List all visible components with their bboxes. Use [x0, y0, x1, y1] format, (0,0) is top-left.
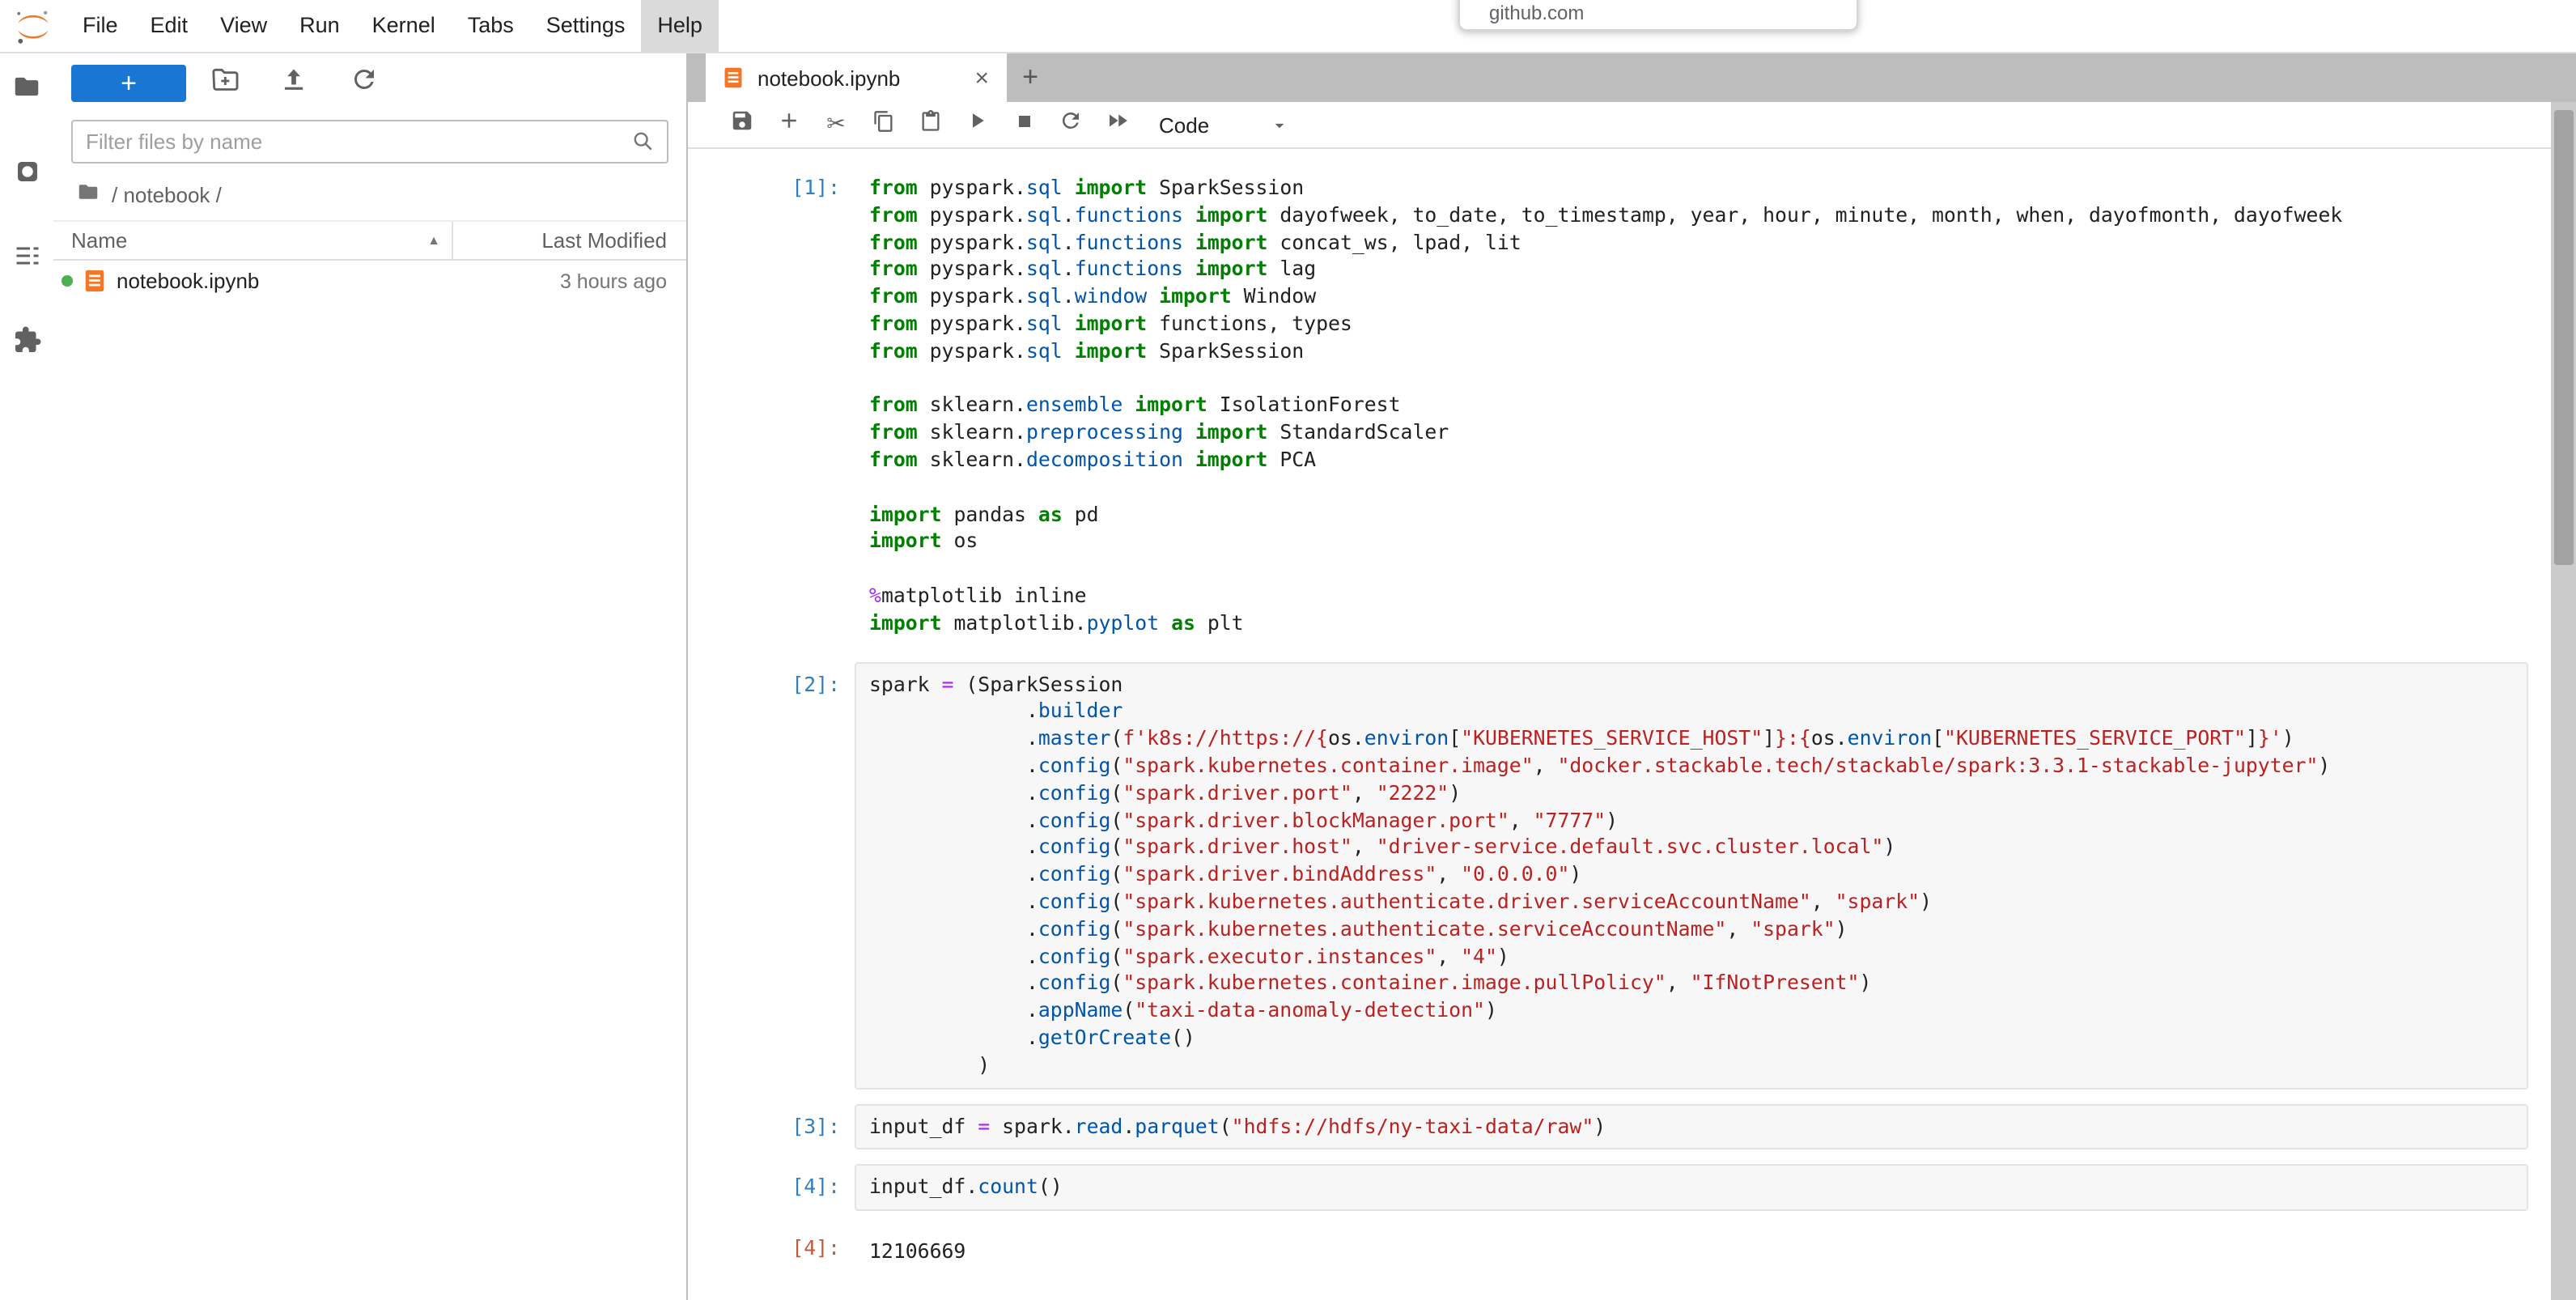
plus-icon — [777, 108, 801, 141]
cell-editor[interactable]: input_df.count() — [855, 1165, 2528, 1212]
notebook-cells: [1]:from pyspark.sql import SparkSession… — [688, 149, 2576, 1300]
popup-text: github.com — [1489, 2, 1584, 24]
jupyterlab-window: github.com File Edit View Run Kernel Tab… — [0, 0, 2576, 1300]
insert-cell-button[interactable] — [766, 104, 813, 146]
column-header-modified[interactable]: Last Modified — [453, 228, 686, 253]
cell-editor[interactable]: input_df = spark.read.parquet("hdfs://hd… — [855, 1103, 2528, 1150]
jupyter-logo — [15, 7, 52, 45]
restart-icon — [1059, 108, 1083, 141]
file-modified: 3 hours ago — [560, 270, 686, 292]
code-cell[interactable]: [4]:input_df.count() — [704, 1165, 2528, 1212]
main-area: notebook.ipynb × + — [688, 53, 2576, 1300]
list-icon — [12, 240, 41, 278]
menu-kernel[interactable]: Kernel — [356, 0, 452, 52]
restart-kernel-button[interactable] — [1047, 104, 1094, 146]
paste-cells-button[interactable] — [906, 104, 953, 146]
puzzle-icon — [12, 325, 41, 362]
tab-label: notebook.ipynb — [758, 66, 900, 90]
menu-bar: File Edit View Run Kernel Tabs Settings … — [0, 0, 2576, 53]
save-icon — [730, 108, 754, 141]
stop-icon — [1012, 109, 1035, 140]
table-of-contents-tab[interactable] — [9, 241, 45, 277]
sort-ascending-icon: ▲ — [427, 233, 440, 248]
plus-icon: + — [121, 69, 137, 96]
cell-type-value: Code — [1159, 113, 1209, 137]
cell-prompt: [4]: — [704, 1165, 855, 1212]
refresh-icon — [349, 65, 378, 102]
play-icon — [965, 108, 989, 141]
cell-type-dropdown[interactable]: Code — [1159, 113, 1290, 137]
restart-run-all-button[interactable] — [1094, 104, 1141, 146]
copy-cells-button[interactable] — [859, 104, 906, 146]
upload-icon — [278, 64, 309, 103]
chevron-down-icon — [1269, 114, 1290, 135]
filter-files-input[interactable] — [71, 120, 668, 164]
cell-editor[interactable]: spark = (SparkSession .builder .master(f… — [855, 661, 2528, 1089]
upload-button[interactable] — [277, 66, 311, 100]
plus-icon: + — [1022, 62, 1038, 94]
menu-help[interactable]: Help — [641, 0, 719, 52]
tab-notebook[interactable]: notebook.ipynb × — [706, 53, 1007, 102]
scissors-icon: ✂ — [826, 113, 845, 136]
new-folder-button[interactable] — [207, 66, 241, 100]
search-icon — [630, 128, 657, 164]
cell-prompt: [2]: — [704, 661, 855, 1089]
new-folder-icon — [208, 63, 240, 104]
clipboard-icon — [919, 109, 941, 140]
menu-settings[interactable]: Settings — [530, 0, 642, 52]
file-browser-toolbar: + — [53, 53, 686, 108]
notebook-file-icon — [722, 66, 746, 90]
cell-prompt: [4]: — [704, 1226, 855, 1276]
output-cell[interactable]: [4]:12106669 — [704, 1226, 2528, 1276]
file-name: notebook.ipynb — [117, 269, 259, 293]
activity-bar — [0, 53, 53, 1300]
menu-edit[interactable]: Edit — [134, 0, 205, 52]
folder-icon — [11, 71, 42, 110]
refresh-button[interactable] — [346, 66, 380, 100]
breadcrumb[interactable]: / notebook / — [53, 167, 686, 220]
code-cell[interactable]: [3]:input_df = spark.read.parquet("hdfs:… — [704, 1103, 2528, 1150]
link-status-popup: github.com — [1458, 0, 1858, 31]
notebook-toolbar: ✂ — [688, 102, 2551, 149]
column-header-name[interactable]: Name ▲ — [53, 222, 452, 259]
notebook-file-icon — [83, 269, 107, 293]
interrupt-kernel-button[interactable] — [1000, 104, 1047, 146]
cell-editor[interactable]: from pyspark.sql import SparkSessionfrom… — [855, 165, 2528, 647]
cell-prompt: [1]: — [704, 165, 855, 647]
code-cell[interactable]: [2]:spark = (SparkSession .builder .mast… — [704, 661, 2528, 1089]
close-icon[interactable]: × — [971, 66, 992, 90]
fast-forward-icon — [1106, 108, 1130, 141]
menu-view[interactable]: View — [204, 0, 283, 52]
menu-tabs[interactable]: Tabs — [452, 0, 530, 52]
cut-cells-button[interactable]: ✂ — [813, 104, 859, 146]
copy-icon — [872, 109, 894, 140]
filter-files — [71, 120, 668, 164]
cell-prompt: [3]: — [704, 1103, 855, 1150]
running-sessions-tab[interactable] — [9, 157, 45, 193]
breadcrumb-path: / notebook / — [112, 182, 222, 206]
menu-file[interactable]: File — [66, 0, 134, 52]
scrollbar-thumb[interactable] — [2554, 110, 2574, 565]
vertical-scrollbar[interactable] — [2551, 102, 2576, 1300]
menu-run[interactable]: Run — [283, 0, 356, 52]
extensions-tab[interactable] — [9, 325, 45, 361]
running-sessions-icon — [12, 156, 41, 193]
file-row[interactable]: notebook.ipynb 3 hours ago — [53, 261, 686, 301]
new-tab-button[interactable]: + — [1007, 53, 1054, 102]
home-folder-icon — [76, 180, 100, 209]
kernel-running-dot — [62, 275, 73, 287]
file-list-header: Name ▲ Last Modified — [53, 220, 686, 261]
new-launcher-button[interactable]: + — [71, 65, 186, 102]
run-cell-button[interactable] — [953, 104, 1000, 146]
file-browser-tab[interactable] — [9, 73, 45, 108]
save-button[interactable] — [719, 104, 766, 146]
tab-bar: notebook.ipynb × + — [688, 53, 2576, 102]
cell-output-text: 12106669 — [855, 1226, 2528, 1276]
file-browser: + — [53, 53, 688, 1300]
code-cell[interactable]: [1]:from pyspark.sql import SparkSession… — [704, 165, 2528, 647]
